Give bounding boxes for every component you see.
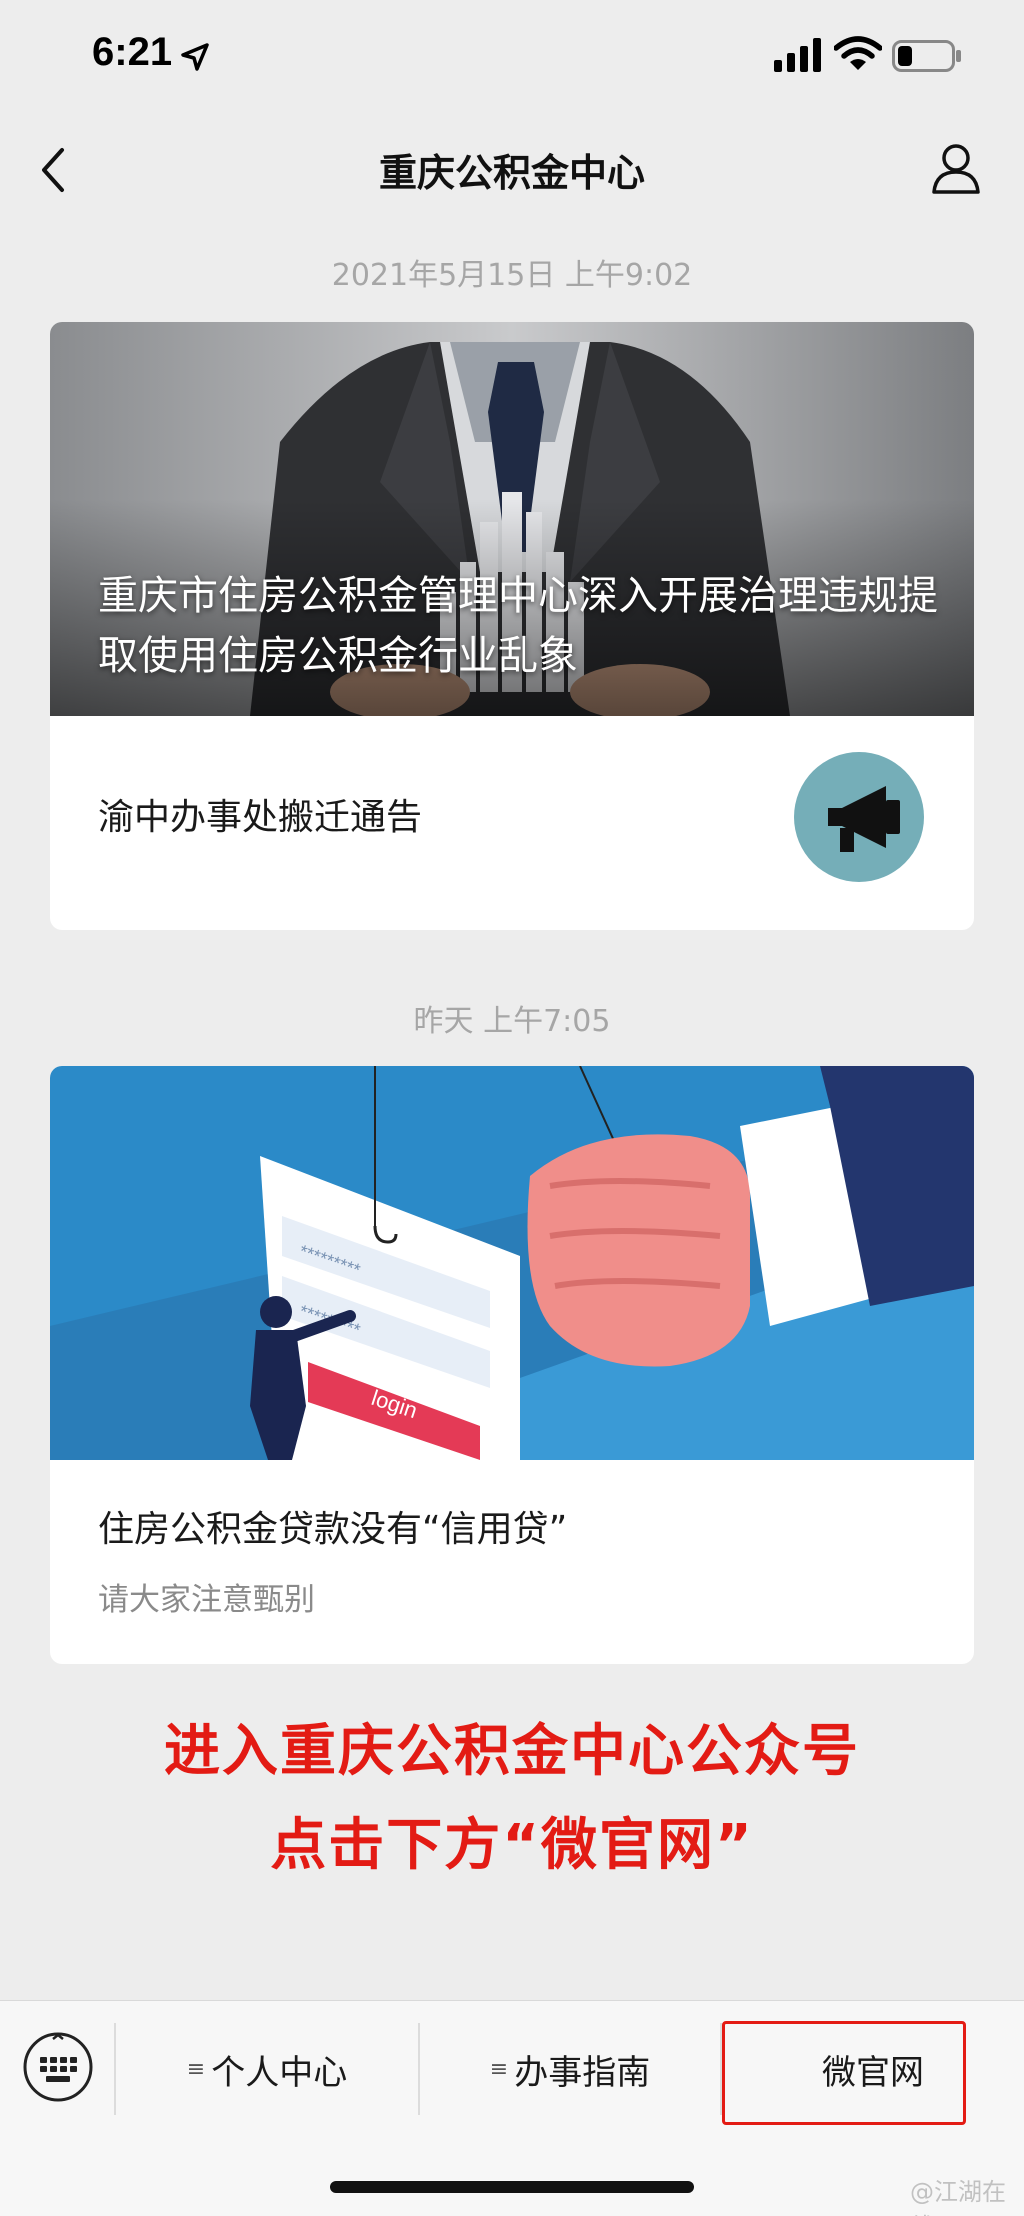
message-timestamp: 昨天 上午7:05 — [413, 1004, 611, 1039]
menu-item-label: 个人中心 — [211, 2052, 348, 2093]
page-title: 重庆公积金中心 — [378, 151, 645, 195]
sub-article-title[interactable]: 渝中办事处搬迁通告 — [98, 788, 422, 840]
menu-item-personal-center[interactable]: ≡ 个人中心 — [116, 2023, 418, 2115]
home-indicator[interactable] — [330, 2181, 694, 2193]
watermark: @江湖在线 — [910, 2178, 1006, 2216]
status-time: 6:21 — [92, 30, 173, 74]
article-card: 重庆市住房公积金管理中心深入开展治理违规提取使用住房公积金行业乱象 渝中办事处搬… — [50, 322, 974, 930]
article-cover[interactable]: 重庆市住房公积金管理中心深入开展治理违规提取使用住房公积金行业乱象 — [50, 322, 974, 716]
article-title[interactable]: 住房公积金贷款没有“信用贷” — [98, 1500, 567, 1552]
highlight-box — [722, 2021, 966, 2125]
instruction-line-1: 进入重庆公积金中心公众号 — [164, 1719, 860, 1784]
nav-bar: 重庆公积金中心 — [0, 120, 1024, 220]
submenu-icon: ≡ — [489, 2056, 509, 2082]
battery-icon — [892, 40, 961, 72]
status-bar: 6:21 — [0, 0, 1024, 120]
instruction-line-2: 点击下方“微官网” — [270, 1813, 754, 1878]
wifi-icon — [834, 36, 882, 70]
article-subtitle: 请大家注意甄别 — [98, 1582, 315, 1618]
fishing-hook-login-illustration: login ********* ********* — [50, 1066, 974, 1460]
menu-item-service-guide[interactable]: ≡ 办事指南 — [420, 2023, 720, 2115]
megaphone-icon — [794, 752, 924, 882]
signal-icon — [774, 38, 821, 72]
profile-icon[interactable] — [930, 140, 982, 196]
article-cover[interactable]: login ********* ********* — [50, 1066, 974, 1460]
cover-headline: 重庆市住房公积金管理中心深入开展治理违规提取使用住房公积金行业乱象 — [98, 573, 938, 679]
menu-item-label: 办事指南 — [514, 2052, 651, 2093]
submenu-icon: ≡ — [186, 2056, 206, 2082]
message-timestamp: 2021年5月15日 上午9:02 — [331, 258, 693, 293]
article-card[interactable]: login ********* ********* 住房公积金贷款没有“信用贷”… — [50, 1066, 974, 1664]
location-arrow-icon — [181, 43, 209, 71]
keyboard-icon[interactable] — [22, 2031, 94, 2103]
